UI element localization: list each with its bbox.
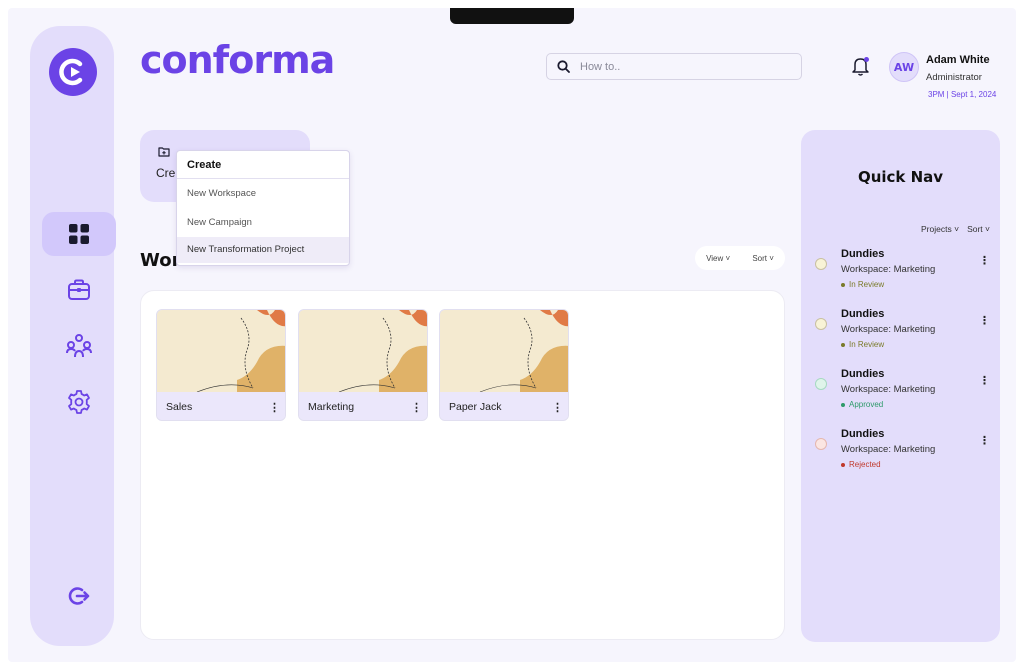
quick-nav-item[interactable]: Dundies Workspace: Marketing Approved ⋮ [815,368,995,418]
status-dot [815,378,827,390]
conforma-logo-icon[interactable] [49,48,97,96]
workspace-card-marketing[interactable]: Marketing ⋮ [298,309,428,421]
workspace-thumbnail [299,310,427,392]
workspace-card-footer: Marketing ⋮ [299,392,427,420]
bell-icon [852,57,869,76]
workspace-card-name: Sales [166,401,193,413]
workspaces-title: Wor [140,250,181,271]
more-options-icon[interactable]: ⋮ [979,374,990,387]
project-workspace: Workspace: Marketing [841,264,936,275]
workspace-card-sales[interactable]: Sales ⋮ [156,309,286,421]
sidebar-item-campaigns[interactable] [42,268,116,312]
more-options-icon[interactable]: ⋮ [411,401,422,414]
project-workspace: Workspace: Marketing [841,444,936,455]
workspace-card-footer: Sales ⋮ [157,392,285,420]
status-dot [815,438,827,450]
menu-item-new-transformation-project[interactable]: New Transformation Project [177,237,349,263]
status-badge: Approved [841,400,883,409]
more-options-icon[interactable]: ⋮ [979,314,990,327]
sidebar-item-teams[interactable] [42,324,116,368]
logout-icon [68,587,90,605]
device-notch [450,8,574,24]
workspace-card-paper-jack[interactable]: Paper Jack ⋮ [439,309,569,421]
menu-item-new-campaign[interactable]: New Campaign [177,208,349,237]
workspaces-panel: Sales ⋮ Marketing ⋮ Paper Jack ⋮ [140,290,785,640]
quick-nav-item[interactable]: Dundies Workspace: Marketing Rejected ⋮ [815,428,995,478]
sidebar [30,26,116,646]
more-options-icon[interactable]: ⋮ [269,401,280,414]
status-badge: In Review [841,280,884,289]
chevron-down-icon: ˅ [769,253,774,263]
project-name: Dundies [841,428,885,440]
workspace-controls: View ˅ Sort ˅ [695,246,785,270]
project-workspace: Workspace: Marketing [841,324,936,335]
projects-filter-dropdown[interactable]: Projects ˅ [921,224,959,234]
folder-plus-icon [158,147,170,157]
quick-nav-item[interactable]: Dundies Workspace: Marketing In Review ⋮ [815,308,995,358]
create-menu: Create New Workspace New Campaign New Tr… [176,150,350,266]
status-badge: In Review [841,340,884,349]
workspace-thumbnail [157,310,285,392]
workspace-card-name: Paper Jack [449,401,502,413]
more-options-icon[interactable]: ⋮ [979,434,990,447]
user-timestamp: 3PM | Sept 1, 2024 [928,90,997,99]
chevron-down-icon: ˅ [725,253,731,263]
view-dropdown[interactable]: View ˅ [706,254,730,263]
quick-nav-item[interactable]: Dundies Workspace: Marketing In Review ⋮ [815,248,995,298]
more-options-icon[interactable]: ⋮ [552,401,563,414]
sidebar-item-dashboard[interactable] [42,212,116,256]
project-name: Dundies [841,248,885,260]
status-dot [815,258,827,270]
brand-logo-text: conforma [140,38,335,82]
create-card-label: Cre [156,166,176,180]
project-workspace: Workspace: Marketing [841,384,936,395]
workspace-card-footer: Paper Jack ⋮ [440,392,568,420]
project-name: Dundies [841,308,885,320]
quick-nav-title: Quick Nav [857,168,944,186]
logout-button[interactable] [42,574,116,618]
search-icon [557,60,570,73]
sort-dropdown[interactable]: Sort ˅ [967,224,990,234]
create-menu-title: Create [177,151,349,179]
quick-nav-panel: Quick Nav Projects ˅ Sort ˅ Dundies Work… [801,130,1000,642]
chevron-down-icon: ˅ [954,224,960,234]
sidebar-item-settings[interactable] [42,380,116,424]
dashboard-grid-icon [69,224,89,244]
user-name: Adam White [926,54,990,66]
workspace-thumbnail [440,310,568,392]
menu-item-new-workspace[interactable]: New Workspace [177,179,349,208]
user-role: Administrator [926,72,982,83]
briefcase-icon [68,279,90,300]
search-input[interactable] [580,60,780,73]
app-window: conforma AW Adam White Administrator 3PM… [8,8,1016,662]
notifications-button[interactable] [850,55,872,77]
search-bar[interactable] [546,53,802,80]
gear-icon [68,390,90,414]
sort-dropdown[interactable]: Sort ˅ [752,254,774,263]
avatar[interactable]: AW [889,52,919,82]
status-badge: Rejected [841,460,881,469]
quick-nav-filters: Projects ˅ Sort ˅ [921,224,990,234]
more-options-icon[interactable]: ⋮ [979,254,990,267]
workspace-card-name: Marketing [308,401,355,413]
team-icon [66,334,92,358]
status-dot [815,318,827,330]
chevron-down-icon: ˅ [985,224,990,234]
project-name: Dundies [841,368,885,380]
